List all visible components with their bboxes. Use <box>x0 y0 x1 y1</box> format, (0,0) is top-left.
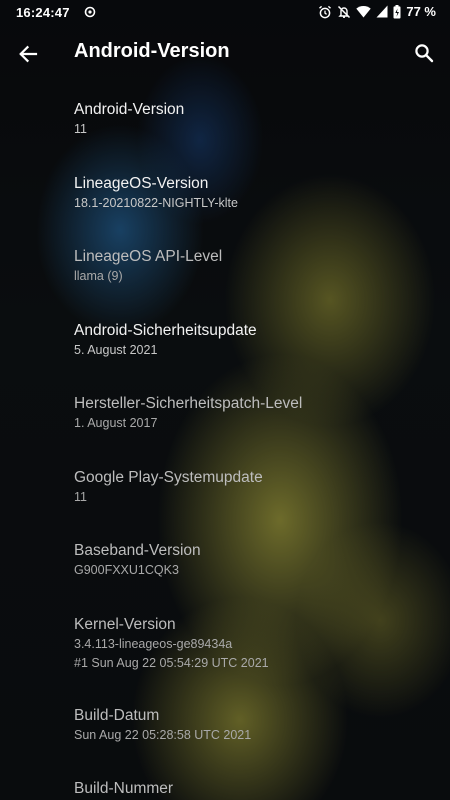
item-summary-line-2: #1 Sun Aug 22 05:54:29 UTC 2021 <box>74 656 269 670</box>
page-title: Android-Version <box>74 40 230 62</box>
item-summary: G900FXXU1CQK3 <box>74 563 179 577</box>
item-summary: 1. August 2017 <box>74 416 158 430</box>
list-item-android-version[interactable]: Android-Version 11 <box>0 82 450 156</box>
status-icons: 77 % <box>318 4 436 19</box>
item-title: Google Play-Systemupdate <box>74 469 263 486</box>
item-title: Kernel-Version <box>74 616 176 633</box>
item-summary: 3.4.113-lineageos-ge89434a <box>74 637 233 651</box>
list-item-kernel-version[interactable]: Kernel-Version 3.4.113-lineageos-ge89434… <box>0 597 450 688</box>
item-summary: 5. August 2021 <box>74 343 158 357</box>
item-title: Hersteller-Sicherheitspatch-Level <box>74 395 303 412</box>
search-button[interactable] <box>410 39 438 67</box>
list-item-lineageos-api-level[interactable]: LineageOS API-Level llama (9) <box>0 229 450 303</box>
item-summary: 11 <box>74 122 87 136</box>
arrow-back-icon <box>19 45 38 63</box>
list-item-vendor-security-patch[interactable]: Hersteller-Sicherheitspatch-Level 1. Aug… <box>0 376 450 450</box>
status-bar: 16:24:47 77 % <box>0 0 450 26</box>
item-title: Android-Sicherheitsupdate <box>74 322 257 339</box>
status-time: 16:24:47 <box>16 5 70 20</box>
list-item-build-date[interactable]: Build-Datum Sun Aug 22 05:28:58 UTC 2021 <box>0 688 450 761</box>
list-item-security-update[interactable]: Android-Sicherheitsupdate 5. August 2021 <box>0 303 450 376</box>
list-item-lineageos-version[interactable]: LineageOS-Version 18.1-20210822-NIGHTLY-… <box>0 156 450 229</box>
item-summary: 18.1-20210822-NIGHTLY-klte <box>74 196 238 210</box>
wifi-icon <box>356 5 372 18</box>
screen: 16:24:47 77 % Android-Version Android-Ve… <box>0 0 450 800</box>
app-bar: Android-Version <box>0 26 450 82</box>
signal-icon <box>376 5 388 18</box>
battery-charging-icon <box>393 4 401 19</box>
version-info-list: Android-Version 11 LineageOS-Version 18.… <box>0 82 450 800</box>
back-button[interactable] <box>14 40 42 68</box>
sync-icon <box>84 6 96 18</box>
item-summary: 11 <box>74 490 87 504</box>
list-item-baseband-version[interactable]: Baseband-Version G900FXXU1CQK3 <box>0 523 450 597</box>
item-summary: llama (9) <box>74 269 123 283</box>
list-item-google-play-system-update[interactable]: Google Play-Systemupdate 11 <box>0 450 450 523</box>
item-title: Build-Datum <box>74 707 160 724</box>
item-title: LineageOS-Version <box>74 175 209 192</box>
battery-percent: 77 % <box>406 4 436 19</box>
item-title: Android-Version <box>74 101 185 118</box>
item-title: Baseband-Version <box>74 542 201 559</box>
search-icon <box>415 44 434 63</box>
alarm-icon <box>318 5 332 19</box>
item-title: LineageOS API-Level <box>74 248 223 265</box>
item-summary: Sun Aug 22 05:28:58 UTC 2021 <box>74 728 252 742</box>
notifications-off-icon <box>337 5 351 19</box>
list-item-build-number[interactable]: Build-Nummer <box>0 761 450 800</box>
item-title: Build-Nummer <box>74 780 174 797</box>
